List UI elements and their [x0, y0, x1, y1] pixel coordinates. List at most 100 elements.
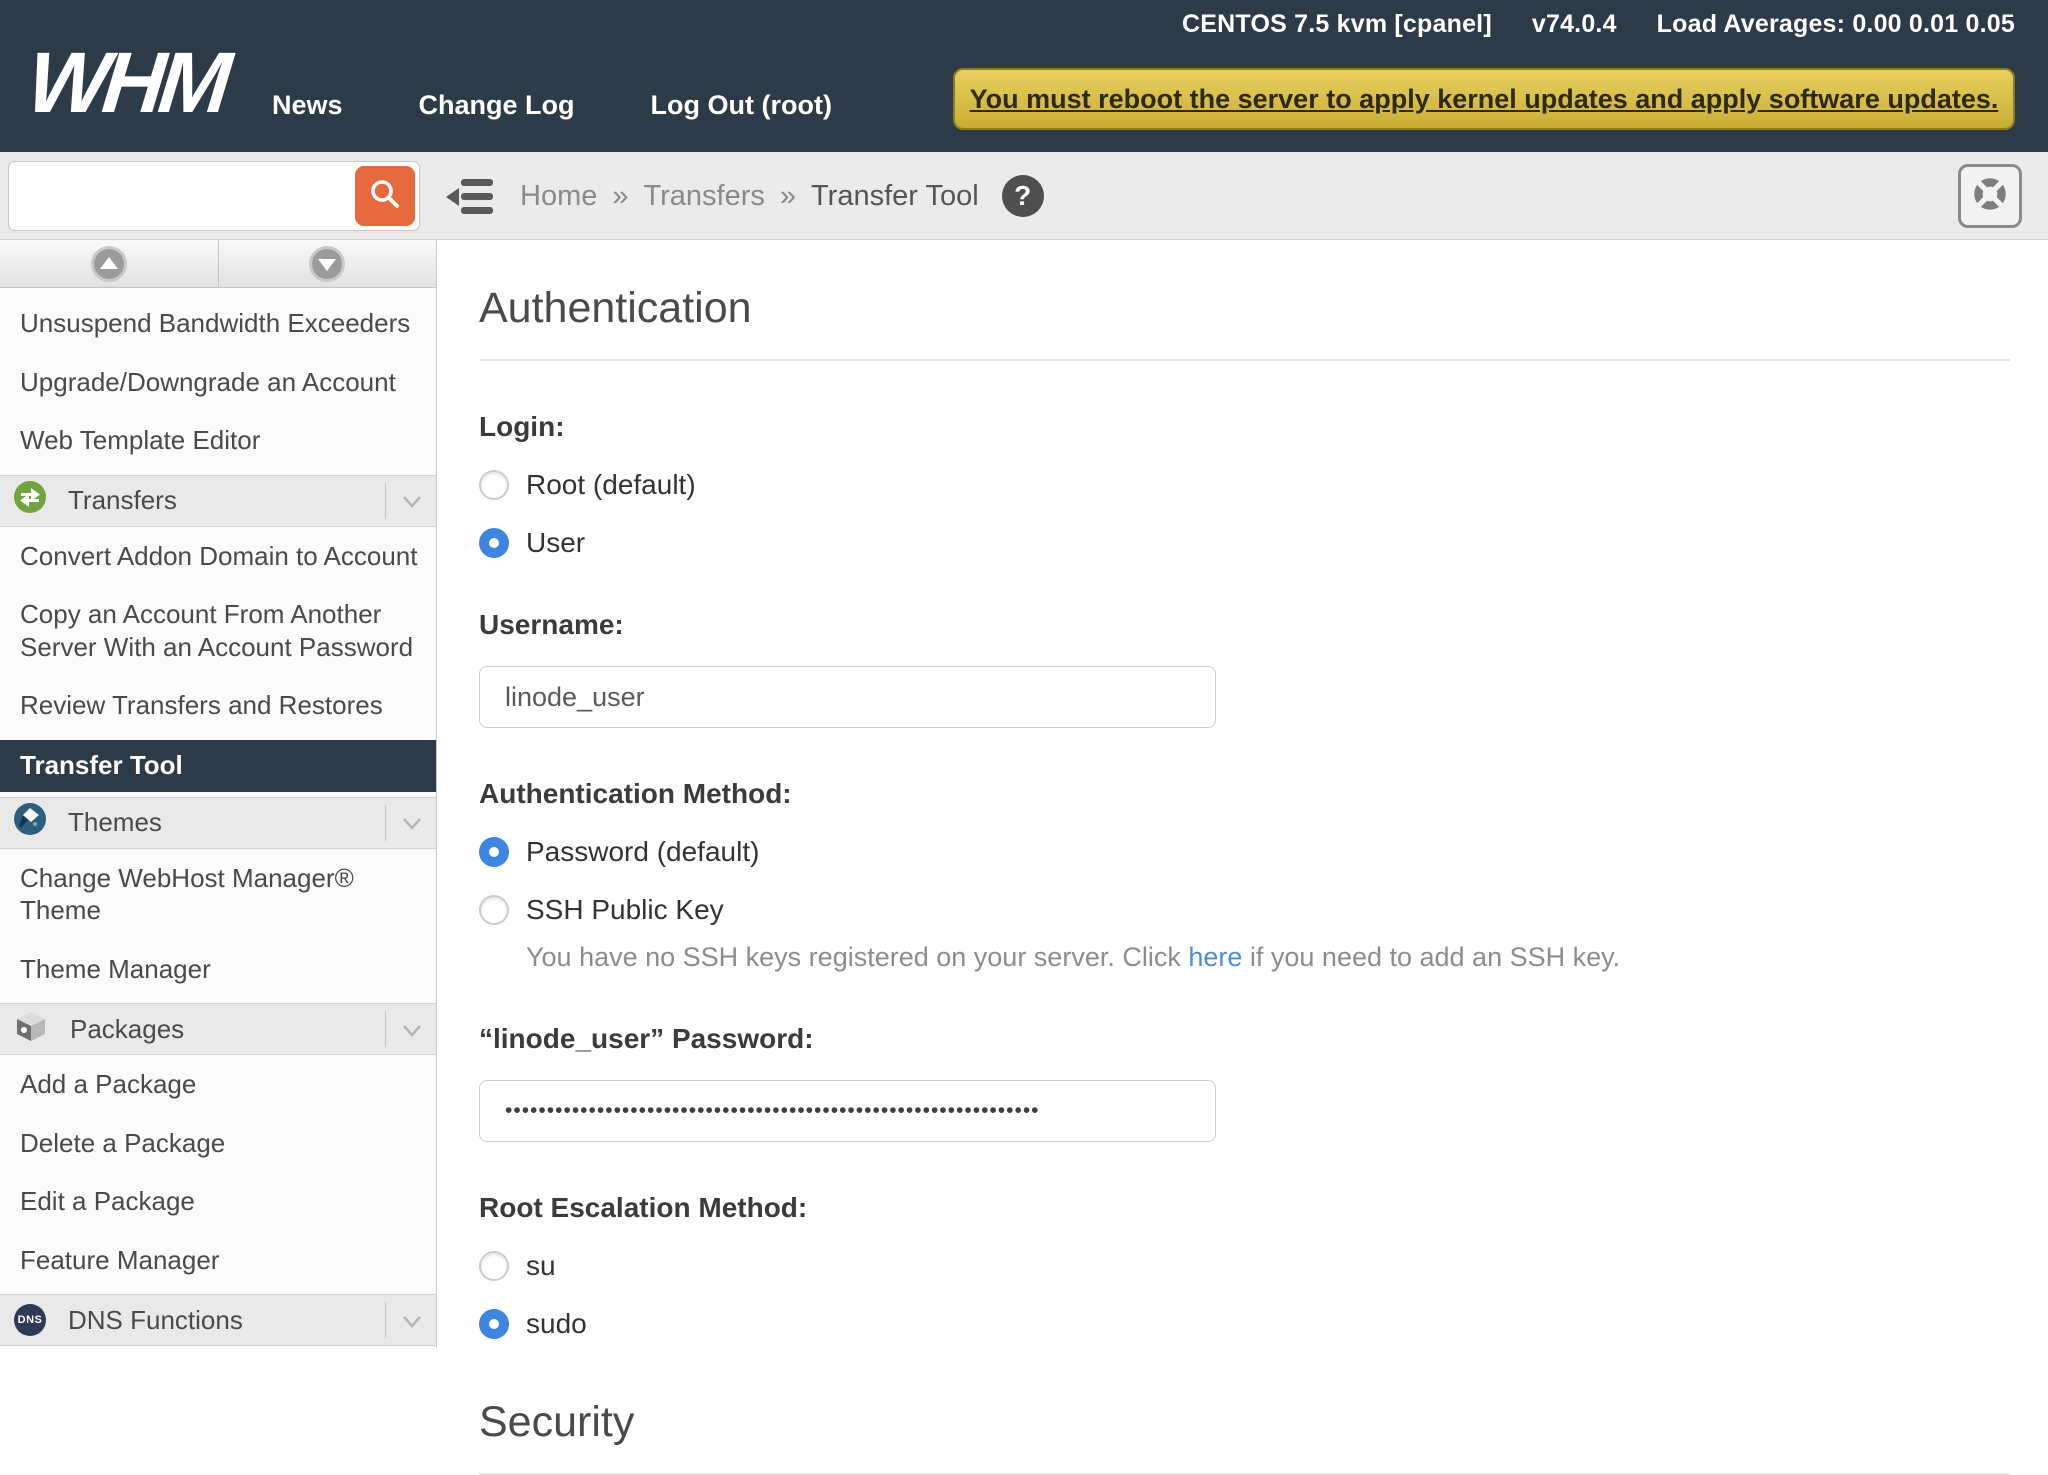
lifebuoy-icon	[1969, 173, 2011, 220]
auth-method-option-password[interactable]: Password (default)	[479, 836, 759, 868]
sidebar-item-transfer-tool-selected[interactable]: Transfer Tool	[0, 740, 436, 792]
radio-password-checked[interactable]	[479, 837, 509, 867]
themes-icon	[14, 803, 46, 842]
sidebar-item-unsuspend-bandwidth-exceeders[interactable]: Unsuspend Bandwidth Exceeders	[0, 294, 436, 353]
section-divider	[385, 1302, 386, 1338]
ssh-key-helper-text: You have no SSH keys registered on your …	[526, 942, 2010, 973]
sidebar-item-change-whm-theme[interactable]: Change WebHost Manager® Theme	[0, 849, 436, 940]
nav-news[interactable]: News	[272, 90, 343, 121]
security-heading: Security	[479, 1398, 2010, 1447]
sidebar-section-themes[interactable]: Themes	[0, 797, 436, 849]
top-nav-links: News Change Log Log Out (root)	[272, 90, 832, 121]
sidebar-section-label: Themes	[68, 807, 162, 838]
section-divider	[385, 483, 386, 519]
top-navbar: WHM News Change Log Log Out (root) CENTO…	[0, 0, 2048, 152]
search-input[interactable]	[9, 162, 349, 230]
section-rule	[479, 359, 2010, 361]
sidebar-item-convert-addon-domain[interactable]: Convert Addon Domain to Account	[0, 527, 436, 586]
sidebar-item-review-transfers-restores[interactable]: Review Transfers and Restores	[0, 676, 436, 735]
login-label: Login:	[479, 411, 2010, 443]
password-input[interactable]	[479, 1080, 1216, 1142]
chevron-down-icon[interactable]	[402, 485, 422, 516]
escalation-option-sudo[interactable]: sudo	[479, 1308, 587, 1340]
sidebar-section-transfers[interactable]: Transfers	[0, 475, 436, 527]
main-content: Authentication Login: Root (default) Use…	[437, 240, 2048, 1348]
scroll-down-button[interactable]	[219, 240, 437, 287]
password-label: “linode_user” Password:	[479, 1023, 2010, 1055]
section-divider	[385, 805, 386, 841]
add-ssh-key-link[interactable]: here	[1188, 942, 1242, 972]
radio-ssh-key-unchecked[interactable]	[479, 895, 509, 925]
breadcrumb-toolbar: Home » Transfers » Transfer Tool ?	[0, 152, 2048, 240]
collapse-menu-icon	[446, 205, 496, 222]
sidebar-item-upgrade-downgrade-account[interactable]: Upgrade/Downgrade an Account	[0, 353, 436, 412]
radio-su-unchecked[interactable]	[479, 1251, 509, 1281]
sidebar-section-label: Transfers	[68, 485, 177, 516]
helper-text-after: if you need to add an SSH key.	[1242, 942, 1620, 972]
support-button[interactable]	[1958, 164, 2022, 228]
chevron-down-icon[interactable]	[402, 1305, 422, 1336]
sidebar-section-label: Packages	[70, 1014, 184, 1045]
escalation-option-su[interactable]: su	[479, 1250, 556, 1282]
auth-method-option-ssh-key[interactable]: SSH Public Key	[479, 894, 724, 926]
search-icon	[367, 176, 403, 217]
radio-label: User	[526, 527, 585, 559]
sidebar-item-web-template-editor[interactable]: Web Template Editor	[0, 411, 436, 470]
sidebar-item-theme-manager[interactable]: Theme Manager	[0, 940, 436, 999]
section-divider	[385, 1011, 386, 1047]
root-escalation-method-label: Root Escalation Method:	[479, 1192, 2010, 1224]
sidebar-nav: Unsuspend Bandwidth Exceeders Upgrade/Do…	[0, 240, 437, 1348]
collapse-sidebar-button[interactable]	[446, 176, 496, 223]
radio-label: Root (default)	[526, 469, 696, 501]
radio-label: Password (default)	[526, 836, 759, 868]
sidebar-item-delete-a-package[interactable]: Delete a Package	[0, 1114, 436, 1173]
login-option-user[interactable]: User	[479, 527, 585, 559]
login-option-root[interactable]: Root (default)	[479, 469, 696, 501]
sidebar-item-add-a-package[interactable]: Add a Package	[0, 1055, 436, 1114]
dns-icon: DNS	[14, 1304, 46, 1336]
status-load-averages: Load Averages: 0.00 0.01 0.05	[1657, 10, 2015, 39]
chevron-down-icon[interactable]	[402, 807, 422, 838]
radio-user-checked[interactable]	[479, 528, 509, 558]
radio-label: sudo	[526, 1308, 587, 1340]
sidebar-section-dns-functions[interactable]: DNS DNS Functions	[0, 1294, 436, 1346]
breadcrumb-current-page: Transfer Tool	[811, 180, 979, 213]
breadcrumb-transfers[interactable]: Transfers	[644, 180, 765, 213]
search-button[interactable]	[355, 166, 415, 226]
breadcrumb-separator: »	[780, 180, 796, 213]
authentication-heading: Authentication	[479, 284, 2010, 333]
reboot-alert-banner[interactable]: You must reboot the server to apply kern…	[953, 68, 2015, 130]
transfers-icon	[14, 481, 46, 520]
breadcrumb-separator: »	[612, 180, 628, 213]
page-layout: Unsuspend Bandwidth Exceeders Upgrade/Do…	[0, 240, 2048, 1348]
helper-text-before: You have no SSH keys registered on your …	[526, 942, 1188, 972]
chevron-down-icon[interactable]	[402, 1014, 422, 1045]
arrow-up-icon	[91, 246, 127, 282]
username-label: Username:	[479, 609, 2010, 641]
status-host: CENTOS 7.5 kvm [cpanel]	[1182, 10, 1492, 39]
sidebar-menu: Unsuspend Bandwidth Exceeders Upgrade/Do…	[0, 288, 436, 1348]
sidebar-section-packages[interactable]: Packages	[0, 1003, 436, 1055]
server-status: CENTOS 7.5 kvm [cpanel] v74.0.4 Load Ave…	[1182, 10, 2015, 39]
breadcrumb-home[interactable]: Home	[520, 180, 597, 213]
radio-label: SSH Public Key	[526, 894, 724, 926]
scroll-up-button[interactable]	[0, 240, 219, 287]
breadcrumb: Home » Transfers » Transfer Tool ?	[520, 152, 1044, 240]
sidebar-item-edit-a-package[interactable]: Edit a Package	[0, 1172, 436, 1231]
radio-sudo-checked[interactable]	[479, 1309, 509, 1339]
sidebar-section-label: DNS Functions	[68, 1305, 243, 1336]
sidebar-search	[8, 161, 420, 231]
sidebar-item-copy-account-from-server[interactable]: Copy an Account From Another Server With…	[0, 585, 436, 676]
radio-root-unchecked[interactable]	[479, 470, 509, 500]
nav-change-log[interactable]: Change Log	[419, 90, 575, 121]
sidebar-scroll-controls	[0, 240, 436, 288]
username-input[interactable]	[479, 666, 1216, 728]
nav-log-out[interactable]: Log Out (root)	[651, 90, 832, 121]
authentication-method-label: Authentication Method:	[479, 778, 2010, 810]
whm-logo[interactable]: WHM	[23, 34, 230, 133]
status-version: v74.0.4	[1532, 10, 1617, 39]
help-icon[interactable]: ?	[1002, 175, 1044, 217]
radio-label: su	[526, 1250, 556, 1282]
arrow-down-icon	[309, 246, 345, 282]
sidebar-item-feature-manager[interactable]: Feature Manager	[0, 1231, 436, 1290]
